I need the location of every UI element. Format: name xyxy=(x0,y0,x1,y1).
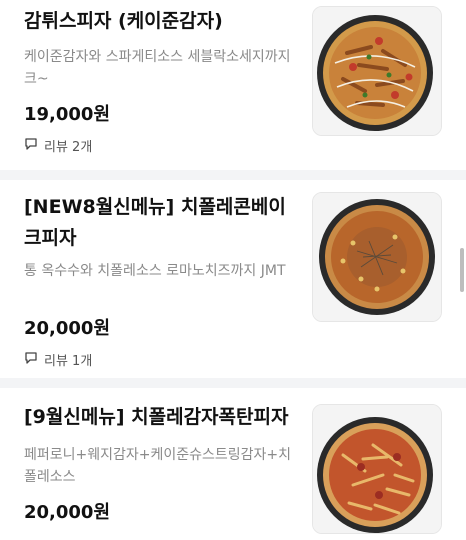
menu-item-description: 통 옥수수와 치폴레소스 로마노치즈까지 JMT xyxy=(24,263,286,279)
menu-item-price: 19,000원 xyxy=(24,104,111,125)
speech-bubble-icon xyxy=(24,137,38,155)
menu-item-chipotle-corn-pizza[interactable]: [NEW8월신메뉴] 치폴레콘베이크피자 통 옥수수와 치폴레소스 로마노치즈까… xyxy=(0,180,466,378)
menu-item-price: 20,000원 xyxy=(24,502,111,523)
menu-item-potato-pizza[interactable]: 감튀스피자 (케이준감자) 케이준감자와 스파게티소스 세블락소세지까지 크~ … xyxy=(0,0,466,170)
review-link[interactable]: 리뷰 2개 xyxy=(24,136,92,155)
menu-item-description: 케이준감자와 스파게티소스 세블락소세지까지 크~ xyxy=(24,49,291,87)
review-count: 리뷰 2개 xyxy=(44,140,93,155)
menu-item-name: [NEW8월신메뉴] 치폴레콘베이크피자 xyxy=(24,196,286,249)
menu-item-chipotle-potato-bomb-pizza[interactable]: [9월신메뉴] 치폴레감자폭탄피자 페퍼로니+웨지감자+케이준슈스트링감자+치폴… xyxy=(0,388,466,540)
menu-item-photo xyxy=(312,6,442,136)
menu-item-name: [9월신메뉴] 치폴레감자폭탄피자 xyxy=(24,406,289,428)
review-link[interactable]: 리뷰 1개 xyxy=(24,350,92,369)
menu-item-price: 20,000원 xyxy=(24,318,111,339)
menu-item-photo xyxy=(312,192,442,322)
menu-item-photo xyxy=(312,404,442,534)
review-count: 리뷰 1개 xyxy=(44,354,93,369)
menu-item-name: 감튀스피자 (케이준감자) xyxy=(24,10,223,32)
item-separator xyxy=(0,170,466,180)
speech-bubble-icon xyxy=(24,351,38,369)
menu-item-description: 페퍼로니+웨지감자+케이준슈스트링감자+치폴레소스 xyxy=(24,447,292,485)
scrollbar[interactable] xyxy=(460,248,464,292)
item-separator xyxy=(0,378,466,388)
menu-list: 감튀스피자 (케이준감자) 케이준감자와 스파게티소스 세블락소세지까지 크~ … xyxy=(0,0,466,540)
